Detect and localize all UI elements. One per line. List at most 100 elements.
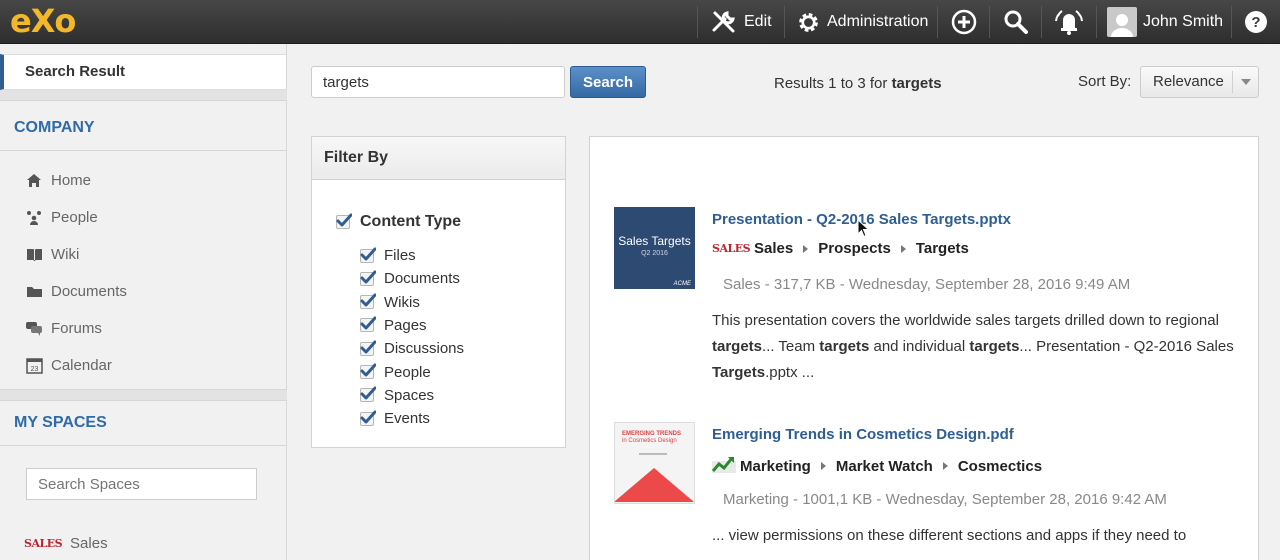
excerpt-text: ... Team	[762, 338, 820, 355]
excerpt-text: ... Presentation - Q2-2016 Sales	[1019, 338, 1234, 355]
mouse-cursor-icon	[857, 219, 870, 238]
sidebar-item-wiki[interactable]: Wiki	[24, 243, 79, 265]
sidebar-item-label: Wiki	[51, 245, 80, 263]
results-count-term: targets	[891, 75, 942, 92]
breadcrumb-item[interactable]: Sales	[754, 240, 793, 257]
filter-option-label: Pages	[384, 316, 427, 334]
breadcrumb-item[interactable]: Marketing	[740, 458, 811, 475]
toolbar-divider	[1231, 6, 1232, 38]
company-section-title: COMPANY	[14, 119, 95, 136]
toolbar-divider	[989, 6, 990, 38]
sidebar-divider	[0, 445, 287, 446]
filter-option-events[interactable]: Events	[360, 410, 430, 427]
breadcrumb-item[interactable]: Cosmectics	[958, 458, 1042, 475]
my-spaces-section-title: MY SPACES	[14, 414, 107, 431]
sort-by-select[interactable]: Relevance	[1140, 66, 1259, 98]
filter-option-files[interactable]: Files	[360, 247, 416, 264]
sidebar-item-people[interactable]: People	[24, 206, 98, 228]
search-spaces-input[interactable]	[26, 468, 257, 500]
filter-option-documents[interactable]: Documents	[360, 270, 460, 287]
result-excerpt: ... view permissions on these different …	[712, 527, 1187, 544]
help-button[interactable]: ?	[1244, 0, 1268, 44]
sidebar-item-documents[interactable]: Documents	[24, 280, 127, 302]
notifications-button[interactable]	[1054, 0, 1084, 44]
filter-option-pages[interactable]: Pages	[360, 316, 427, 334]
search-result-tab[interactable]: Search Result	[0, 54, 286, 90]
breadcrumb-item[interactable]: Market Watch	[836, 458, 933, 475]
sidebar-divider	[0, 400, 287, 401]
sidebar-item-label: Documents	[51, 282, 127, 300]
create-button[interactable]	[951, 0, 977, 44]
checkbox-checked-icon	[336, 213, 352, 229]
calendar-icon: 23	[24, 357, 44, 374]
gear-icon	[796, 10, 821, 35]
result-title-link[interactable]: Emerging Trends in Cosmetics Design.pdf	[712, 426, 1014, 443]
result-breadcrumb: SALES Sales Prospects Targets	[712, 240, 969, 257]
user-menu[interactable]: John Smith	[1107, 0, 1223, 44]
excerpt-text: .pptx ...	[765, 364, 815, 381]
sidebar-divider	[0, 100, 287, 101]
sidebar-divider	[0, 390, 287, 400]
sidebar-divider	[0, 150, 287, 151]
sidebar-item-forums[interactable]: Forums	[24, 317, 102, 339]
bell-icon	[1054, 8, 1084, 36]
filter-option-wikis[interactable]: Wikis	[360, 293, 420, 311]
search-input[interactable]	[311, 66, 565, 98]
filter-option-label: Discussions	[384, 340, 465, 358]
sidebar-item-label: People	[51, 208, 98, 226]
checkbox-checked-icon	[360, 410, 376, 426]
edit-label: Edit	[744, 13, 772, 30]
search-button[interactable]: Search	[570, 66, 646, 98]
edit-button[interactable]: Edit	[711, 0, 772, 44]
user-name: John Smith	[1143, 13, 1224, 30]
breadcrumb-item[interactable]: Targets	[916, 240, 969, 257]
folder-icon	[24, 285, 44, 298]
thumbnail-title: Sales Targets	[618, 234, 691, 248]
filter-option-label: Events	[384, 410, 430, 428]
exo-logo[interactable]: eXo	[10, 4, 76, 38]
excerpt-text: This presentation covers the worldwide s…	[712, 312, 1219, 329]
checkbox-checked-icon	[360, 293, 376, 310]
avatar	[1107, 7, 1137, 37]
chat-icon	[24, 321, 44, 336]
calendar-day: 23	[30, 366, 38, 373]
filter-option-label: People	[384, 363, 431, 381]
svg-text:?: ?	[1251, 14, 1260, 31]
filter-option-discussions[interactable]: Discussions	[360, 340, 464, 357]
breadcrumb-item[interactable]: Prospects	[818, 240, 891, 257]
filter-title: Filter By	[312, 137, 565, 180]
result-meta: Sales - 317,7 KB - Wednesday, September …	[723, 276, 1131, 293]
excerpt-highlight: targets	[712, 338, 763, 355]
result-meta: Marketing - 1001,1 KB - Wednesday, Septe…	[723, 491, 1167, 508]
breadcrumb-arrow-icon	[803, 244, 809, 253]
sidebar-divider	[0, 90, 287, 100]
triangle-graphic-icon	[615, 468, 694, 502]
sidebar-item-calendar[interactable]: 23 Calendar	[24, 354, 112, 376]
help-icon: ?	[1244, 10, 1268, 34]
sort-by-value: Relevance	[1153, 73, 1224, 90]
filter-option-spaces[interactable]: Spaces	[360, 386, 434, 404]
excerpt-text: and individual	[869, 338, 970, 355]
filter-option-people[interactable]: People	[360, 363, 431, 381]
book-icon	[24, 248, 44, 261]
toolbar-divider	[1041, 6, 1042, 38]
checkbox-checked-icon	[360, 270, 376, 286]
result-thumbnail[interactable]: EMERGING TRENDS in Cosmetics Design	[614, 422, 695, 504]
sales-space-logo: SALES	[712, 242, 751, 255]
marketing-space-icon	[711, 455, 736, 477]
toolbar-divider	[697, 6, 698, 38]
sidebar-item-home[interactable]: Home	[24, 169, 91, 191]
wrench-screwdriver-icon	[711, 9, 737, 35]
checkbox-checked-icon	[360, 363, 376, 379]
administration-button[interactable]: Administration	[796, 0, 928, 44]
checkbox-checked-icon	[360, 316, 376, 333]
thumbnail-subtitle: in Cosmetics Design	[622, 438, 677, 444]
excerpt-highlight: targets	[819, 338, 870, 355]
filter-group-content-type[interactable]: Content Type	[336, 213, 461, 231]
results-panel: Sales Targets Q2 2016 ACME Presentation …	[589, 136, 1259, 560]
space-item-sales[interactable]: SALES Sales	[24, 532, 108, 554]
results-count-prefix: Results 1 to 3 for	[774, 75, 892, 92]
result-thumbnail[interactable]: Sales Targets Q2 2016 ACME	[614, 207, 695, 289]
checkbox-checked-icon	[360, 386, 376, 403]
quick-search-button[interactable]	[1003, 0, 1029, 44]
